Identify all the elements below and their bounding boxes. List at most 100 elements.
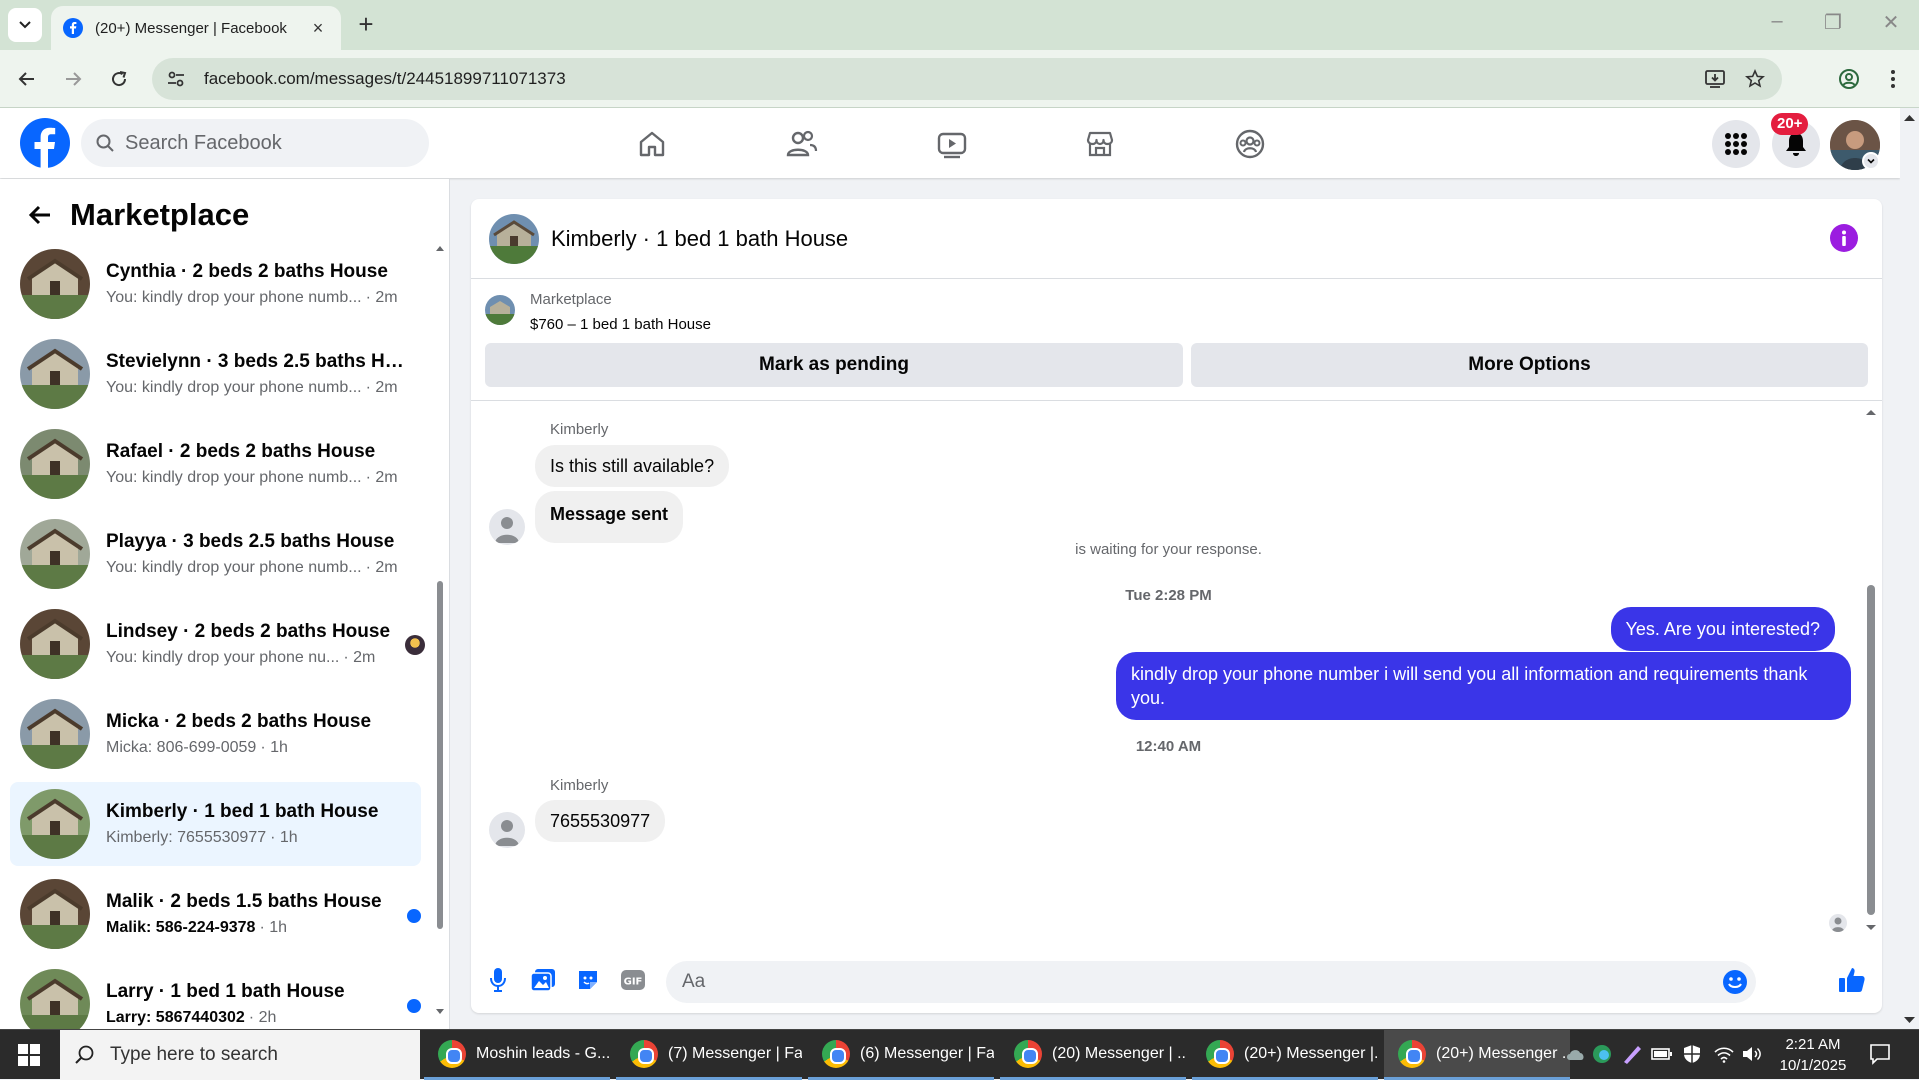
conversation-preview: You: kindly drop your phone numb... · 2m (106, 289, 406, 307)
facebook-logo-icon[interactable] (20, 118, 70, 168)
new-tab-button[interactable]: + (352, 11, 380, 39)
back-button[interactable] (12, 64, 42, 94)
notification-center-icon[interactable] (1868, 1042, 1892, 1066)
conversation-name: Cynthia · 2 beds 2 baths House (106, 261, 388, 282)
groups-icon (1235, 129, 1265, 159)
taskbar-app-label: (20+) Messenger |... (1244, 1044, 1378, 1062)
conversation-info-button[interactable] (1830, 224, 1858, 252)
chat-scrollbar[interactable] (1864, 407, 1878, 937)
nav-video[interactable] (930, 122, 974, 166)
listing-summary[interactable]: Marketplace $760 – 1 bed 1 bath House (485, 291, 1865, 341)
chat-scroll-thumb[interactable] (1867, 585, 1875, 915)
chat-title[interactable]: Kimberly · 1 bed 1 bath House (551, 226, 848, 252)
message-input[interactable] (682, 971, 1682, 993)
browser-menu-button[interactable] (1878, 64, 1908, 94)
tab-search-button[interactable] (8, 8, 42, 42)
taskbar-app-chrome[interactable]: (20+) Messenger ... (1384, 1030, 1570, 1080)
battery-icon[interactable] (1650, 1042, 1674, 1066)
volume-icon[interactable] (1740, 1042, 1764, 1066)
mark-as-pending-button[interactable]: Mark as pending (485, 343, 1183, 387)
tab-close-button[interactable]: × (307, 18, 329, 39)
nav-groups[interactable] (1228, 122, 1272, 166)
conversation-item[interactable]: Stevielynn · 3 beds 2.5 baths Ho... You: … (10, 332, 421, 416)
scroll-up-icon[interactable] (1864, 407, 1878, 417)
gif-button[interactable]: GIF (618, 965, 648, 995)
sender-avatar[interactable] (489, 509, 525, 545)
sidebar-scroll-thumb[interactable] (437, 581, 443, 929)
taskbar-app-chrome[interactable]: (6) Messenger | Fa... (808, 1030, 994, 1080)
conversation-item[interactable]: Micka · 2 beds 2 baths House Micka: 806-6… (10, 692, 421, 776)
taskbar-app-chrome[interactable]: (20+) Messenger |... (1192, 1030, 1378, 1080)
minimize-button[interactable]: – (1762, 10, 1792, 33)
url-text: facebook.com/messages/t/2445189971107137… (204, 69, 566, 88)
facebook-search-input[interactable] (125, 131, 405, 155)
outgoing-message[interactable]: kindly drop your phone number i will sen… (1116, 652, 1851, 720)
taskbar-search[interactable] (60, 1030, 420, 1080)
install-app-icon[interactable] (1702, 66, 1728, 92)
scroll-up-icon[interactable] (435, 243, 445, 253)
weather-icon[interactable] (1564, 1042, 1588, 1066)
house-photo-icon (20, 429, 90, 499)
security-shield-icon[interactable] (1680, 1042, 1704, 1066)
incoming-message-bold[interactable]: Message sent (535, 491, 684, 543)
send-like-button[interactable] (1837, 965, 1867, 995)
scroll-down-icon[interactable] (1864, 923, 1878, 933)
scroll-up-icon[interactable] (1900, 112, 1919, 124)
sidebar-back-button[interactable] (20, 195, 60, 235)
windows-start-icon[interactable] (18, 1044, 40, 1066)
bookmark-star-icon[interactable] (1742, 66, 1768, 92)
message-input-wrapper[interactable] (666, 961, 1756, 1003)
chat-avatar[interactable] (489, 213, 539, 264)
scroll-down-icon[interactable] (435, 1007, 445, 1017)
facebook-search[interactable] (81, 119, 429, 167)
sidebar-scrollbar[interactable] (435, 239, 445, 1017)
system-clock[interactable]: 2:21 AM 10/1/2025 (1768, 1034, 1858, 1076)
scroll-down-icon[interactable] (1900, 1014, 1919, 1026)
page-scrollbar[interactable] (1900, 108, 1919, 1029)
taskbar-app-chrome[interactable]: (7) Messenger | Fa... (616, 1030, 802, 1080)
wifi-icon[interactable] (1712, 1042, 1736, 1066)
conversation-item[interactable]: Rafael · 2 beds 2 baths House You: kindly… (10, 422, 421, 506)
preview-text: Kimberly: 7655530977 (106, 829, 267, 846)
preview-time: · 2m (365, 469, 398, 486)
emoji-icon[interactable] (1722, 969, 1748, 995)
conversation-name: Kimberly · 1 bed 1 bath House (106, 801, 379, 822)
sticker-button[interactable] (573, 965, 603, 995)
taskbar-app-chrome[interactable]: (20) Messenger | ... (1000, 1030, 1186, 1080)
conversation-item[interactable]: Lindsey · 2 beds 2 baths House You: kindl… (10, 602, 425, 686)
conversation-item[interactable]: Kimberly · 1 bed 1 bath House Kimberly: 7… (10, 782, 421, 866)
site-settings-icon[interactable] (166, 69, 186, 89)
close-window-button[interactable]: ✕ (1876, 10, 1906, 35)
default-person-icon (1831, 917, 1845, 932)
sender-avatar[interactable] (489, 812, 525, 848)
account-dropdown[interactable] (1862, 152, 1880, 170)
taskbar-search-input[interactable] (110, 1044, 410, 1066)
conversation-name: Stevielynn · 3 beds 2.5 baths Ho... (106, 351, 406, 372)
conversation-item[interactable]: Cynthia · 2 beds 2 baths House You: kindl… (10, 242, 421, 326)
voice-clip-button[interactable] (483, 965, 513, 995)
nav-friends[interactable] (780, 122, 824, 166)
incoming-message[interactable]: Is this still available? (535, 445, 730, 487)
reload-button[interactable] (104, 64, 134, 94)
nav-home[interactable] (630, 122, 674, 166)
menu-button[interactable] (1712, 120, 1760, 168)
more-options-button[interactable]: More Options (1191, 343, 1868, 387)
taskbar-app-chrome[interactable]: Moshin leads - G... (424, 1030, 610, 1080)
conversation-item[interactable]: Playya · 3 beds 2.5 baths House You: kind… (10, 512, 421, 596)
edge-icon[interactable] (1590, 1042, 1614, 1066)
outgoing-message[interactable]: Yes. Are you interested? (1610, 607, 1835, 651)
forward-button[interactable] (58, 64, 88, 94)
conversation-item[interactable]: Malik · 2 beds 1.5 baths House Malik: 586… (10, 872, 421, 956)
address-bar[interactable]: facebook.com/messages/t/2445189971107137… (152, 58, 1782, 100)
pen-icon[interactable] (1620, 1042, 1644, 1066)
incoming-message[interactable]: 7655530977 (535, 800, 666, 842)
restore-button[interactable]: ❐ (1818, 10, 1848, 35)
attach-photo-button[interactable] (528, 965, 558, 995)
browser-tab-active[interactable]: (20+) Messenger | Facebook × (51, 6, 341, 50)
info-icon (1842, 230, 1846, 246)
nav-marketplace[interactable] (1078, 122, 1122, 166)
unread-dot (407, 999, 421, 1013)
default-person-icon (495, 820, 519, 846)
conversation-info: Larry · 1 bed 1 bath House Larry: 5867440… (106, 981, 406, 1027)
profile-button[interactable] (1834, 64, 1864, 94)
